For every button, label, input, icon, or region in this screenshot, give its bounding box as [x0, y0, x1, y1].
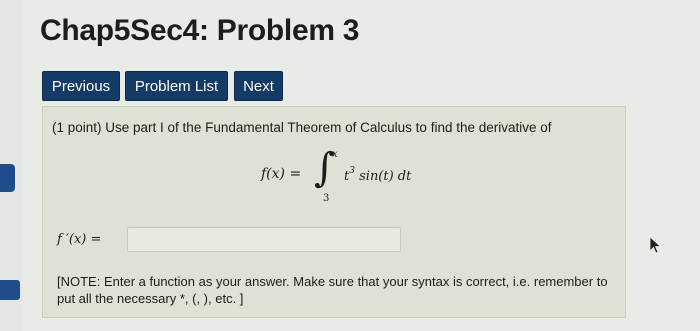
answer-input[interactable]: [127, 227, 401, 252]
syntax-note: [NOTE: Enter a function as your answer. …: [57, 274, 608, 306]
integral-upper-limit: x: [332, 149, 338, 160]
problem-box: (1 point) Use part I of the Fundamental …: [42, 106, 626, 318]
side-marker-bottom: [0, 280, 20, 300]
problem-list-button[interactable]: Problem List: [125, 71, 228, 101]
previous-button[interactable]: Previous: [42, 71, 120, 101]
side-marker-top: [0, 164, 15, 192]
integrand-exponent: 3: [349, 166, 355, 176]
integrand: t3 sin(t) dt: [344, 166, 411, 184]
page-title: Chap5Sec4: Problem 3: [40, 14, 360, 47]
mouse-cursor-icon: [649, 236, 662, 254]
next-button[interactable]: Next: [234, 71, 283, 101]
answer-label: f ′(x) =: [57, 232, 102, 247]
equation-lhs: f(x) =: [261, 166, 302, 182]
integral-lower-limit: 3: [323, 193, 330, 204]
equation: f(x) = ∫ x 3 t3 sin(t) dt: [261, 145, 451, 207]
integrand-rest: sin(t) dt: [359, 169, 412, 184]
problem-statement: (1 point) Use part I of the Fundamental …: [52, 120, 552, 135]
problem-page: Chap5Sec4: Problem 3 Previous Problem Li…: [22, 0, 700, 331]
